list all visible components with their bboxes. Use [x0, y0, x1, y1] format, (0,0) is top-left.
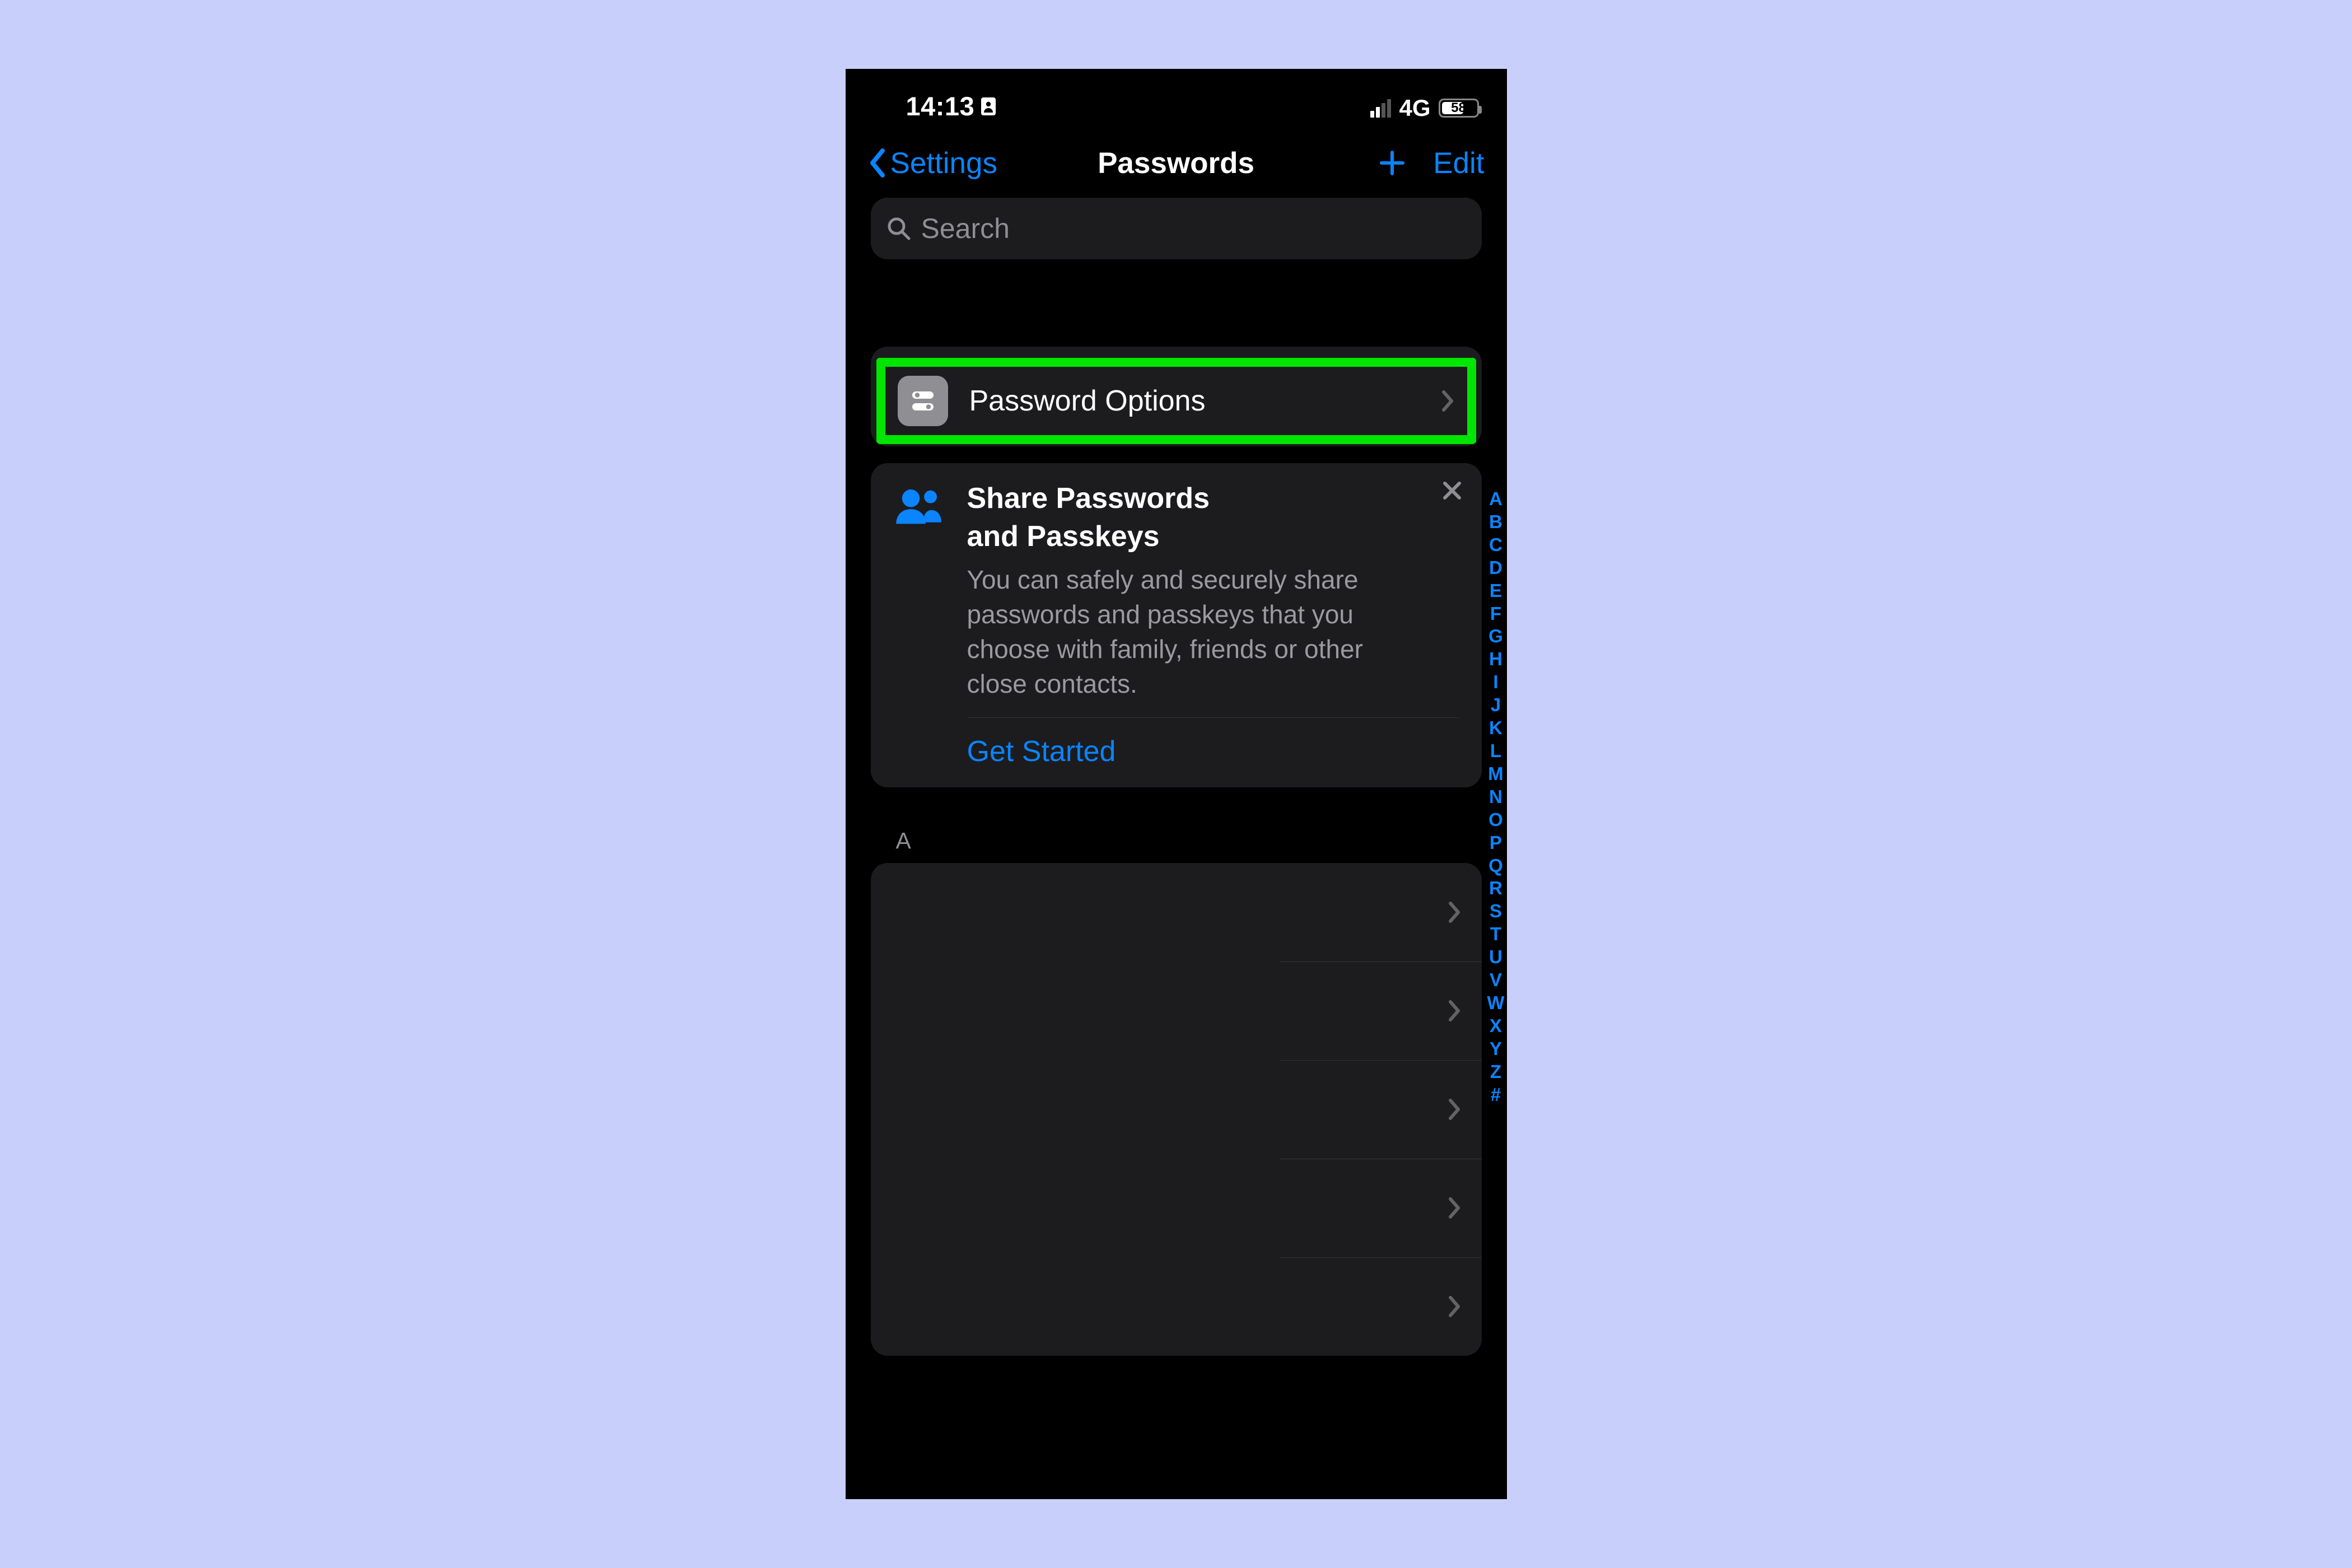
chevron-right-icon: [1447, 900, 1462, 925]
chevron-left-icon: [868, 147, 888, 179]
edit-button[interactable]: Edit: [1433, 146, 1484, 180]
chevron-right-icon: [1447, 1294, 1462, 1319]
alpha-index[interactable]: ABCDEFGHIJKLMNOPQRSTUVWXYZ#: [1487, 488, 1504, 1106]
list-item[interactable]: [871, 1159, 1482, 1257]
index-letter[interactable]: O: [1488, 809, 1503, 832]
status-right: 4G 58: [1370, 95, 1478, 122]
index-letter[interactable]: F: [1490, 603, 1501, 626]
index-letter[interactable]: Y: [1490, 1038, 1502, 1061]
index-letter[interactable]: U: [1489, 946, 1502, 969]
index-letter[interactable]: T: [1490, 923, 1501, 946]
portrait-lock-icon: [981, 97, 996, 115]
index-letter[interactable]: G: [1488, 625, 1503, 648]
list-item[interactable]: [871, 962, 1482, 1060]
share-title: Share Passwordsand Passkeys: [967, 480, 1420, 556]
chevron-right-icon: [1447, 1097, 1462, 1122]
battery-percent: 58: [1440, 100, 1477, 116]
index-letter[interactable]: E: [1490, 580, 1502, 603]
options-card: Password Options: [871, 347, 1482, 446]
nav-bar: Settings Passwords Edit: [846, 129, 1507, 197]
phone-frame: 14:13 4G 58 Settings Passwords: [846, 69, 1507, 1499]
search-field[interactable]: [871, 198, 1482, 259]
index-letter[interactable]: I: [1493, 671, 1498, 694]
index-letter[interactable]: Q: [1488, 855, 1503, 878]
cellular-signal-icon: [1370, 99, 1391, 118]
password-options-label: Password Options: [969, 384, 1419, 418]
back-button[interactable]: Settings: [868, 146, 998, 180]
section-header: A: [896, 828, 1507, 854]
index-letter[interactable]: R: [1489, 877, 1502, 900]
index-letter[interactable]: K: [1489, 717, 1502, 740]
password-list: [871, 863, 1482, 1356]
chevron-right-icon: [1440, 389, 1455, 413]
index-letter[interactable]: L: [1490, 740, 1501, 763]
people-icon: [893, 480, 945, 702]
chevron-right-icon: [1447, 1196, 1462, 1220]
battery-icon: 58: [1439, 99, 1479, 118]
index-letter[interactable]: B: [1489, 511, 1502, 534]
index-letter[interactable]: N: [1489, 786, 1502, 809]
list-item[interactable]: [871, 863, 1482, 962]
chevron-right-icon: [1447, 998, 1462, 1023]
plus-icon: [1378, 149, 1406, 177]
back-label: Settings: [890, 146, 998, 180]
index-letter[interactable]: H: [1489, 648, 1502, 671]
password-options-icon: [898, 376, 948, 426]
close-icon: [1439, 478, 1465, 503]
index-letter[interactable]: Z: [1490, 1061, 1501, 1084]
index-letter[interactable]: V: [1490, 969, 1502, 992]
index-letter[interactable]: C: [1489, 534, 1502, 557]
share-description: You can safely and securely share passwo…: [967, 562, 1420, 701]
add-button[interactable]: [1378, 149, 1406, 177]
password-options-row[interactable]: Password Options: [882, 363, 1471, 438]
search-icon: [886, 216, 911, 241]
index-letter[interactable]: M: [1488, 763, 1504, 786]
get-started-button[interactable]: Get Started: [893, 718, 1459, 787]
status-bar: 14:13 4G 58: [846, 69, 1507, 125]
share-passwords-card: Share Passwordsand Passkeys You can safe…: [871, 463, 1482, 787]
search-input[interactable]: [921, 212, 1466, 245]
index-letter[interactable]: #: [1491, 1084, 1501, 1107]
content-scroll[interactable]: Password Options Share Passwordsand Pass…: [846, 282, 1507, 1499]
list-item[interactable]: [871, 1060, 1482, 1159]
index-letter[interactable]: W: [1487, 992, 1504, 1015]
index-letter[interactable]: S: [1490, 900, 1502, 923]
index-letter[interactable]: D: [1489, 557, 1502, 580]
index-letter[interactable]: A: [1489, 488, 1502, 511]
index-letter[interactable]: J: [1491, 694, 1501, 717]
status-time-group: 14:13: [906, 91, 996, 122]
index-letter[interactable]: P: [1490, 832, 1502, 855]
close-button[interactable]: [1439, 478, 1465, 503]
list-item[interactable]: [871, 1257, 1482, 1356]
status-time: 14:13: [906, 91, 975, 122]
network-type: 4G: [1399, 95, 1430, 122]
index-letter[interactable]: X: [1490, 1015, 1502, 1038]
